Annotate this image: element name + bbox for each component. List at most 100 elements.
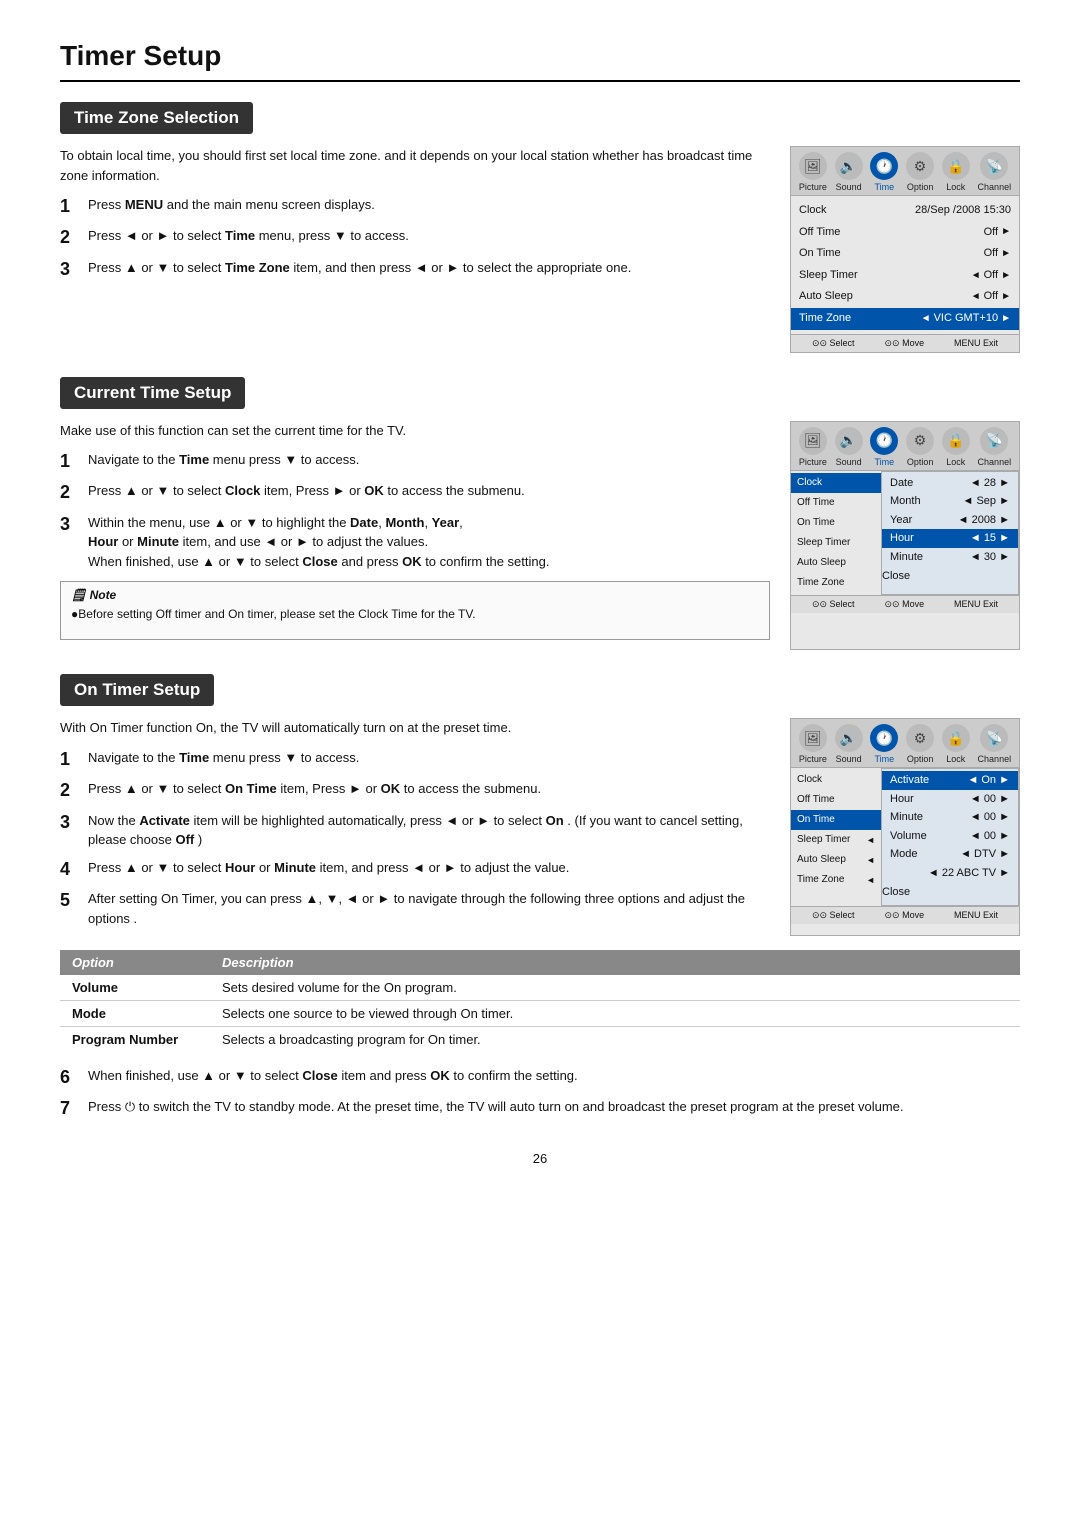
on-timer-section: On Timer Setup With On Timer function On… [60, 674, 1020, 1120]
tv-sub-channel-ot: ◄ 22 ABC TV ► [882, 864, 1018, 883]
tv-submenu-ontimer: Activate ◄ On ► Hour ◄ 00 ► Minute ◄ 00 … [881, 768, 1019, 906]
tv-icon-option: ⚙ Option [906, 152, 934, 192]
tv-icon-sound: 🔊 Sound [835, 152, 863, 192]
options-table: Option Description Volume Sets desired v… [60, 950, 1020, 1052]
tv-row-clock-2: Clock [791, 473, 881, 493]
tv-icon-lock-3: 🔒 Lock [942, 724, 970, 764]
tv-footer: ⊙⊙ Select ⊙⊙ Move MENU Exit [791, 334, 1019, 352]
ct-step-1: 1 Navigate to the Time menu press ▼ to a… [60, 450, 770, 473]
tv-row-timezone-3: Time Zone ◄ [791, 870, 881, 890]
tv-row-timezone-2: Time Zone [791, 573, 881, 593]
tv-row-ontime-2: On Time [791, 513, 881, 533]
tv-footer-2: ⊙⊙ Select ⊙⊙ Move MENU Exit [791, 595, 1019, 613]
on-timer-text: With On Timer function On, the TV will a… [60, 718, 770, 936]
time-zone-section: Time Zone Selection To obtain local time… [60, 102, 1020, 353]
tv-sub-mode-ot: Mode ◄ DTV ► [882, 845, 1018, 864]
tv-left-menu: Clock Off Time On Time Sleep Timer Auto … [791, 471, 881, 595]
ot-step-3: 3 Now the Activate item will be highligh… [60, 811, 770, 850]
tv-split-ontimer: Clock Off Time On Time Sleep Timer ◄ Aut… [791, 768, 1019, 906]
time-zone-header: Time Zone Selection [60, 102, 253, 134]
ot-step-6: 6 When finished, use ▲ or ▼ to select Cl… [60, 1066, 1020, 1089]
on-timer-header: On Timer Setup [60, 674, 214, 706]
option-volume-desc: Sets desired volume for the On program. [210, 975, 1020, 1001]
tv-icons-bar: 🖼 Picture 🔊 Sound 🕐 Time ⚙ Option 🔒 [791, 147, 1019, 196]
tv-row-ontime-3: On Time [791, 810, 881, 830]
tv-row-offtime: Off Time Off ► [791, 222, 1019, 244]
tv-icon-option-3: ⚙ Option [906, 724, 934, 764]
option-mode-desc: Selects one source to be viewed through … [210, 1001, 1020, 1027]
tv-row-autosleep-2: Auto Sleep [791, 553, 881, 573]
step-3: 3 Press ▲ or ▼ to select Time Zone item,… [60, 258, 770, 281]
current-time-section: Current Time Setup Make use of this func… [60, 377, 1020, 651]
on-timer-intro: With On Timer function On, the TV will a… [60, 718, 770, 738]
ct-step-2: 2 Press ▲ or ▼ to select Clock item, Pre… [60, 481, 770, 504]
tv-panel-ontimer: 🖼 Picture 🔊 Sound 🕐 Time ⚙ Option 🔒 [790, 718, 1020, 936]
tv-row-clock-3: Clock [791, 770, 881, 790]
ct-step-3: 3 Within the menu, use ▲ or ▼ to highlig… [60, 513, 770, 572]
tv-sub-activate: Activate ◄ On ► [882, 771, 1018, 790]
tv-icon-picture-3: 🖼 Picture [799, 724, 827, 764]
option-program-label: Program Number [60, 1027, 210, 1053]
option-row-mode: Mode Selects one source to be viewed thr… [60, 1001, 1020, 1027]
tv-icon-time-2: 🕐 Time [870, 427, 898, 467]
tv-row-sleep-2: Sleep Timer [791, 533, 881, 553]
current-time-text: Make use of this function can set the cu… [60, 421, 770, 651]
option-col-header: Option [60, 950, 210, 975]
tv-sub-date: Date ◄ 28 ► [882, 474, 1018, 493]
tv-row-autosleep: Auto Sleep ◄ Off ► [791, 286, 1019, 308]
time-zone-steps: 1 Press MENU and the main menu screen di… [60, 195, 770, 281]
option-volume-label: Volume [60, 975, 210, 1001]
description-col-header: Description [210, 950, 1020, 975]
tv-icon-time-3: 🕐 Time [870, 724, 898, 764]
tv-row-sleep: Sleep Timer ◄ Off ► [791, 265, 1019, 287]
tv-icon-channel: 📡 Channel [978, 152, 1012, 192]
tv-icon-sound-2: 🔊 Sound [835, 427, 863, 467]
ot-step-7: 7 Press ⏻ to switch the TV to standby mo… [60, 1097, 1020, 1120]
tv-sub-minute: Minute ◄ 30 ► [882, 548, 1018, 567]
ot-step-1: 1 Navigate to the Time menu press ▼ to a… [60, 748, 770, 771]
tv-icon-lock-2: 🔒 Lock [942, 427, 970, 467]
tv-row-clock: Clock 28/Sep /2008 15:30 [791, 200, 1019, 222]
tv-sub-hour: Hour ◄ 15 ► [882, 529, 1018, 548]
tv-menu-rows: Clock 28/Sep /2008 15:30 Off Time Off ► … [791, 196, 1019, 334]
tv-icon-channel-2: 📡 Channel [978, 427, 1012, 467]
tv-row-timezone: Time Zone ◄ VIC GMT+10 ► [791, 308, 1019, 330]
step-1: 1 Press MENU and the main menu screen di… [60, 195, 770, 218]
current-time-steps: 1 Navigate to the Time menu press ▼ to a… [60, 450, 770, 571]
tv-sub-year: Year ◄ 2008 ► [882, 511, 1018, 530]
tv-icons-bar-2: 🖼 Picture 🔊 Sound 🕐 Time ⚙ Option 🔒 [791, 422, 1019, 471]
tv-icons-bar-3: 🖼 Picture 🔊 Sound 🕐 Time ⚙ Option 🔒 [791, 719, 1019, 768]
current-time-header: Current Time Setup [60, 377, 245, 409]
tv-icon-option-2: ⚙ Option [906, 427, 934, 467]
tv-split-panel: Clock Off Time On Time Sleep Timer Auto … [791, 471, 1019, 595]
time-zone-intro: To obtain local time, you should first s… [60, 146, 770, 185]
tv-submenu-time: Date ◄ 28 ► Month ◄ Sep ► Year ◄ 2008 ► … [881, 471, 1019, 595]
ot-step-5: 5 After setting On Timer, you can press … [60, 889, 770, 928]
tv-icon-picture: 🖼 Picture [799, 152, 827, 192]
tv-sub-minute-ot: Minute ◄ 00 ► [882, 808, 1018, 827]
current-time-intro: Make use of this function can set the cu… [60, 421, 770, 441]
time-zone-text: To obtain local time, you should first s… [60, 146, 770, 353]
tv-sub-month: Month ◄ Sep ► [882, 492, 1018, 511]
note-box: 🗒 Note ●Before setting Off timer and On … [60, 581, 770, 640]
tv-icon-time: 🕐 Time [870, 152, 898, 192]
on-timer-steps: 1 Navigate to the Time menu press ▼ to a… [60, 748, 770, 928]
tv-sub-close: Close [882, 566, 1018, 587]
tv-icon-lock: 🔒 Lock [942, 152, 970, 192]
tv-icon-picture-2: 🖼 Picture [799, 427, 827, 467]
tv-row-offtime-3: Off Time [791, 790, 881, 810]
page-number: 26 [60, 1151, 1020, 1166]
tv-icon-channel-3: 📡 Channel [978, 724, 1012, 764]
tv-row-sleep-3: Sleep Timer ◄ [791, 830, 881, 850]
option-program-desc: Selects a broadcasting program for On ti… [210, 1027, 1020, 1053]
note-text: ●Before setting Off timer and On timer, … [71, 605, 759, 623]
tv-icon-sound-3: 🔊 Sound [835, 724, 863, 764]
ot-step-2: 2 Press ▲ or ▼ to select On Time item, P… [60, 779, 770, 802]
tv-left-ontimer: Clock Off Time On Time Sleep Timer ◄ Aut… [791, 768, 881, 906]
page-title: Timer Setup [60, 40, 1020, 82]
tv-panel-timezone: 🖼 Picture 🔊 Sound 🕐 Time ⚙ Option 🔒 [790, 146, 1020, 353]
tv-sub-hour-ot: Hour ◄ 00 ► [882, 790, 1018, 809]
tv-row-ontime: On Time Off ► [791, 243, 1019, 265]
ot-step-4: 4 Press ▲ or ▼ to select Hour or Minute … [60, 858, 770, 881]
tv-row-offtime-2: Off Time [791, 493, 881, 513]
